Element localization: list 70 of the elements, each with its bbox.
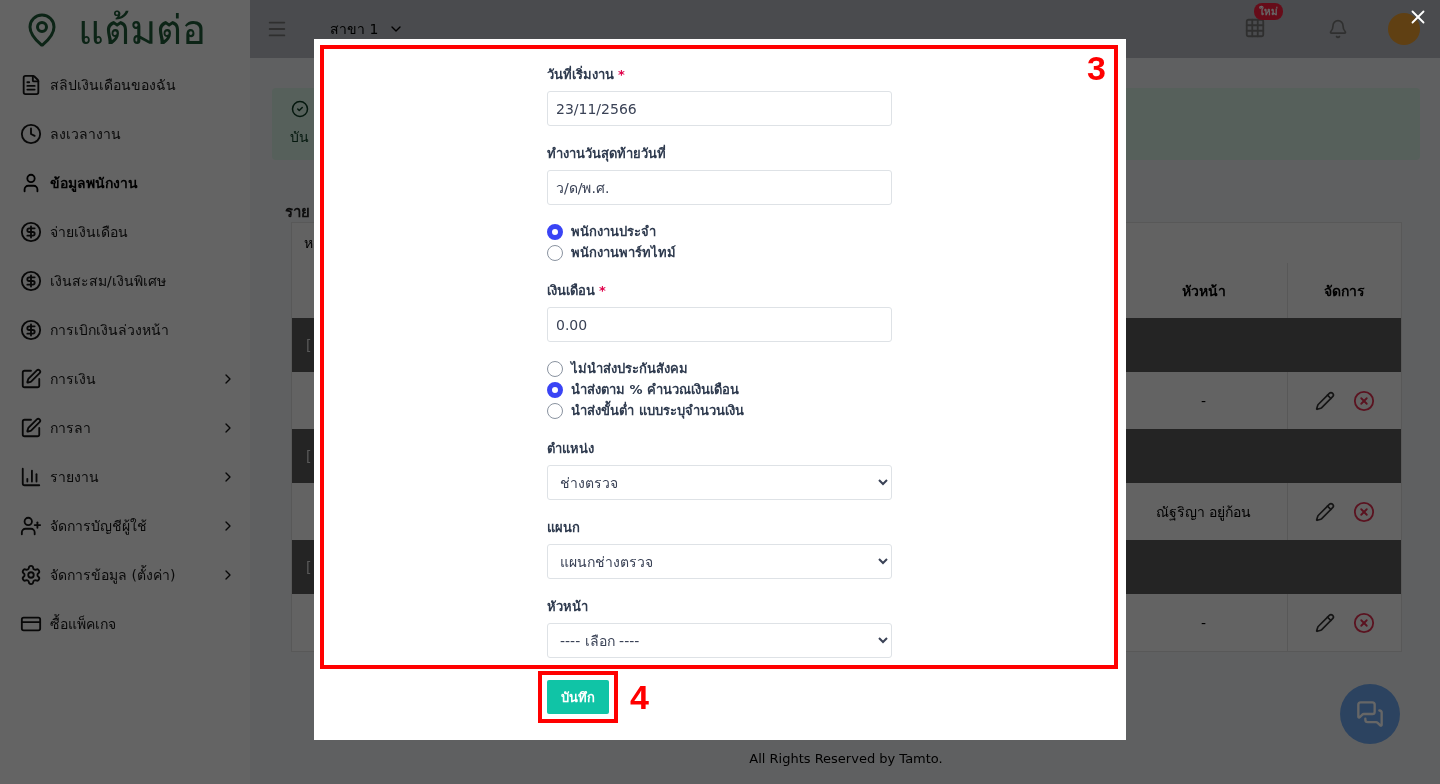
field-label: วันที่เริ่มงาน	[547, 64, 614, 84]
clock-icon	[20, 122, 42, 145]
annotation-number: 3	[1087, 49, 1106, 88]
edit-pencil-icon[interactable]	[1314, 390, 1335, 411]
bell-icon[interactable]	[1328, 19, 1348, 39]
bar-chart-icon	[20, 465, 42, 488]
user-plus-icon	[20, 514, 42, 537]
branch-dropdown[interactable]: สาขา 1	[330, 18, 405, 40]
field-label: หัวหน้า	[547, 597, 588, 616]
section-heading: ราย	[285, 202, 311, 222]
radio-label: นำส่งตาม % คำนวณเงินเดือน	[571, 381, 740, 399]
field-label: แผนก	[547, 518, 580, 537]
dollar-coin-icon	[20, 318, 42, 341]
avatar[interactable]	[1388, 13, 1420, 45]
required-mark: *	[599, 282, 606, 298]
delete-icon[interactable]	[1352, 500, 1375, 523]
radio-label: พนักงานพาร์ทไทม์	[571, 244, 676, 262]
annotation-number: 4	[630, 677, 649, 717]
sidebar-item[interactable]: รายงาน	[0, 452, 250, 501]
dollar-coin-icon	[20, 269, 42, 292]
radio-label: พนักงานประจำ	[571, 223, 656, 241]
edit-icon	[20, 416, 42, 439]
check-circle-icon	[290, 100, 310, 118]
sidebar-item[interactable]: ข้อมูลพนักงาน	[0, 158, 250, 207]
select-field[interactable]: แผนกช่างตรวจ	[547, 544, 892, 579]
sidebar-item[interactable]: การเบิกเงินล่วงหน้า	[0, 305, 250, 354]
sidebar-item[interactable]: การเงิน	[0, 354, 250, 403]
radio-label: นำส่งขั้นต่ำ แบบระบุจำนวนเงิน	[571, 400, 744, 421]
radio-button[interactable]	[547, 402, 563, 419]
radio-label: ไม่นำส่งประกันสังคม	[571, 360, 688, 378]
field-label: ตำแหน่ง	[547, 439, 594, 458]
radio-button[interactable]	[547, 381, 563, 398]
required-mark: *	[618, 66, 625, 82]
footer-text: All Rights Reserved by Tamto.	[748, 749, 944, 768]
input-field[interactable]: 0.00	[547, 307, 892, 342]
edit-icon	[20, 367, 42, 390]
radio-button[interactable]	[547, 244, 563, 261]
new-badge: ใหม่	[1254, 3, 1283, 20]
field-label: เงินเดือน	[547, 281, 595, 300]
sidebar-item[interactable]: การลา	[0, 403, 250, 452]
input-field[interactable]: 23/11/2566	[547, 91, 892, 126]
apps-grid-icon[interactable]	[1244, 17, 1266, 39]
sidebar-item[interactable]: จ่ายเงินเดือน	[0, 207, 250, 256]
select-field[interactable]: ---- เลือก ----	[547, 623, 892, 658]
delete-icon[interactable]	[1352, 389, 1375, 412]
chat-button[interactable]	[1340, 684, 1400, 744]
sidebar-item[interactable]: เงินสะสม/เงินพิเศษ	[0, 256, 250, 305]
select-field[interactable]: ช่างตรวจ	[547, 465, 892, 500]
delete-icon[interactable]	[1352, 611, 1375, 634]
group-label: [	[306, 559, 312, 575]
chat-bubbles-icon	[1356, 700, 1384, 728]
dollar-coin-icon	[20, 220, 42, 243]
group-label: [	[306, 448, 312, 464]
settings-icon	[20, 563, 42, 586]
edit-pencil-icon[interactable]	[1314, 501, 1335, 522]
input-field[interactable]: ว/ด/พ.ศ.	[547, 170, 892, 205]
radio-button[interactable]	[547, 223, 563, 240]
sidebar-item[interactable]: จัดการข้อมูล (ตั้งค่า)	[0, 550, 250, 599]
sidebar-item[interactable]: สลิปเงินเดือนของฉัน	[0, 60, 250, 109]
sidebar-item[interactable]: จัดการบัญชีผู้ใช้	[0, 501, 250, 550]
group-label: [	[306, 337, 312, 353]
brand-name: แต้มต่อ	[78, 6, 206, 55]
field-label: ทำงานวันสุดท้ายวันที่	[547, 143, 666, 164]
edit-pencil-icon[interactable]	[1314, 612, 1335, 633]
sidebar-item[interactable]: ซื้อแพ็คเกจ	[0, 599, 250, 648]
sidebar-item[interactable]: ลงเวลางาน	[0, 109, 250, 158]
document-icon	[20, 73, 42, 96]
radio-button[interactable]	[547, 360, 563, 377]
save-button[interactable]: บันทึก	[547, 680, 609, 714]
alert-text: บัน	[290, 128, 310, 147]
